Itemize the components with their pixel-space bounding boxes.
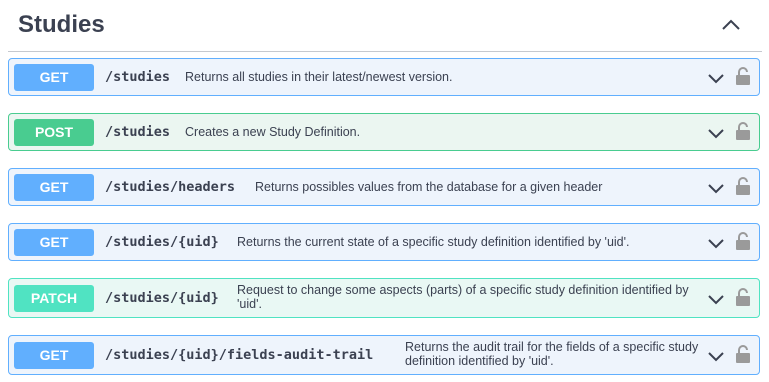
lock-icon[interactable] xyxy=(735,231,751,251)
operation-get-studies-headers[interactable]: GET /studies/headers Returns possibles v… xyxy=(8,168,760,206)
lock-icon[interactable] xyxy=(735,66,751,86)
operation-description: Returns the current state of a specific … xyxy=(237,235,630,249)
operation-get-studies[interactable]: GET /studies Returns all studies in thei… xyxy=(8,58,760,96)
operation-description: Returns the audit trail for the fields o… xyxy=(405,340,699,368)
operation-path: /studies xyxy=(105,124,171,140)
chevron-down-icon[interactable] xyxy=(707,347,725,365)
chevron-down-icon[interactable] xyxy=(707,124,725,142)
lock-icon[interactable] xyxy=(735,287,751,307)
operation-path: /studies/{uid}/fields-audit-trail xyxy=(105,347,374,363)
operation-path: /studies/headers xyxy=(105,179,236,195)
operation-description: Creates a new Study Definition. xyxy=(185,125,361,139)
chevron-down-icon[interactable] xyxy=(707,290,725,308)
operation-get-study-fields-audit-trail[interactable]: GET /studies/{uid}/fields-audit-trail Re… xyxy=(8,335,760,375)
operation-get-study-by-uid[interactable]: GET /studies/{uid} Returns the current s… xyxy=(8,223,760,261)
method-badge: GET xyxy=(14,174,94,201)
chevron-up-icon[interactable] xyxy=(718,12,744,38)
method-badge: PATCH xyxy=(14,285,94,312)
chevron-down-icon[interactable] xyxy=(707,234,725,252)
operation-description: Request to change some aspects (parts) o… xyxy=(237,283,689,311)
lock-icon[interactable] xyxy=(735,344,751,364)
method-badge: GET xyxy=(14,342,94,369)
section-title: Studies xyxy=(18,11,105,38)
operation-patch-study-by-uid[interactable]: PATCH /studies/{uid} Request to change s… xyxy=(8,278,760,318)
operation-description: Returns possibles values from the databa… xyxy=(255,180,603,194)
chevron-down-icon[interactable] xyxy=(707,69,725,87)
method-badge: POST xyxy=(14,119,94,146)
chevron-down-icon[interactable] xyxy=(707,179,725,197)
operation-path: /studies/{uid} xyxy=(105,290,219,306)
lock-icon[interactable] xyxy=(735,121,751,141)
operation-path: /studies/{uid} xyxy=(105,234,219,250)
operation-post-studies[interactable]: POST /studies Creates a new Study Defini… xyxy=(8,113,760,151)
operation-description: Returns all studies in their latest/newe… xyxy=(185,70,453,84)
section-header[interactable]: Studies xyxy=(8,0,762,52)
method-badge: GET xyxy=(14,229,94,256)
operation-path: /studies xyxy=(105,69,171,85)
lock-icon[interactable] xyxy=(735,176,751,196)
method-badge: GET xyxy=(14,64,94,91)
